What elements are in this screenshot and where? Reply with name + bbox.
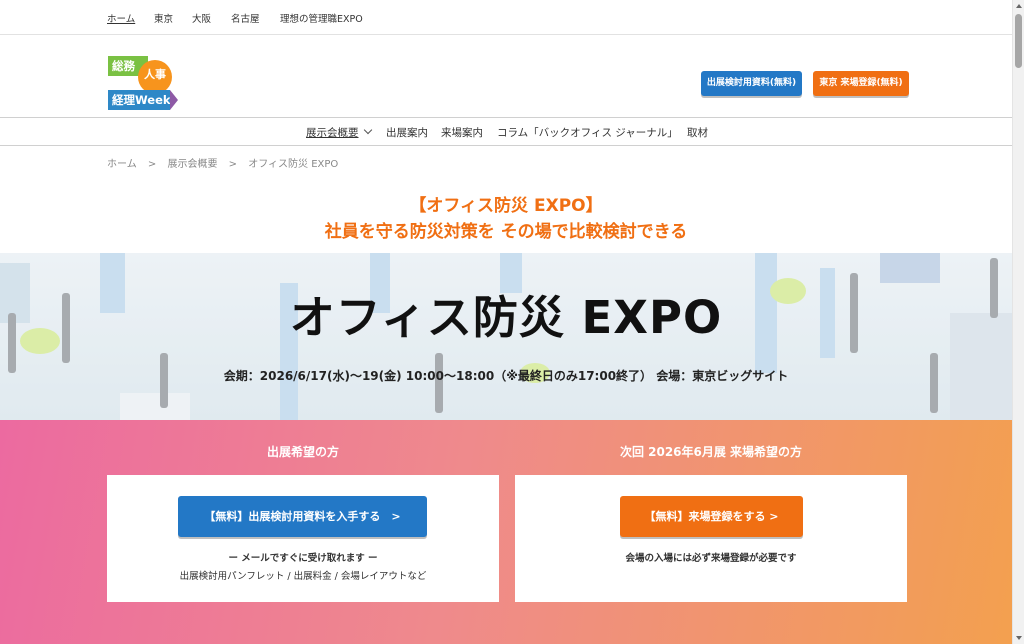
chevron-down-icon <box>363 125 372 135</box>
cta-exhibitor-heading: 出展希望の方 <box>266 445 339 459</box>
breadcrumb-separator: > <box>228 159 238 170</box>
scroll-down-icon[interactable] <box>1016 636 1022 640</box>
visitor-register-button[interactable]: 【無料】来場登録をする > <box>620 496 803 537</box>
exhibitor-note-email: ー メールですぐに受け取れます ー <box>228 553 378 564</box>
visitor-card <box>515 475 907 602</box>
top-bar: ホーム 東京 大阪 名古屋 理想の管理職EXPO <box>0 0 1012 35</box>
main-nav: 展示会概要 出展案内 来場案内 コラム「バックオフィス ジャーナル」 取材 <box>0 118 1012 146</box>
logo-arrow <box>170 90 178 110</box>
nav-item-visit[interactable]: 来場案内 <box>441 125 483 140</box>
topbar-link-osaka[interactable]: 大阪 <box>192 11 211 25</box>
topbar-link-tokyo[interactable]: 東京 <box>154 11 173 25</box>
site-header: 総務 人事 経理Week 出展検討用資料(無料) 東京 来場登録(無料) <box>0 36 1012 118</box>
breadcrumb-separator: > <box>147 159 157 170</box>
nav-item-overview-label: 展示会概要 <box>306 127 359 139</box>
cta-visitor-heading: 次回 2026年6月展 来場希望の方 <box>619 445 803 459</box>
topbar-link-manager-expo[interactable]: 理想の管理職EXPO <box>280 11 363 25</box>
nav-item-overview[interactable]: 展示会概要 <box>306 125 372 140</box>
breadcrumb-current: オフィス防災 EXPO <box>248 159 339 170</box>
hero-title: オフィス防災 EXPO <box>289 291 723 344</box>
headline-tagline: 社員を守る防災対策を その場で比較検討できる <box>324 222 688 242</box>
breadcrumb: ホーム > 展示会概要 > オフィス防災 EXPO <box>107 155 346 170</box>
nav-item-press[interactable]: 取材 <box>687 125 708 140</box>
nav-item-column[interactable]: コラム「バックオフィス ジャーナル」 <box>497 125 678 140</box>
visitor-note-required: 会場の入場には必ず来場登録が必要です <box>625 553 797 564</box>
hero-dates-venue: 会期：2026/6/17(水)〜19(金) 10:00〜18:00（※最終日のみ… <box>223 369 789 383</box>
exhibitor-note-contents: 出展検討用パンフレット / 出展料金 / 会場レイアウトなど <box>179 571 427 582</box>
page-scrollbar[interactable] <box>1012 0 1024 644</box>
topbar-link-home[interactable]: ホーム <box>107 11 135 25</box>
breadcrumb-overview[interactable]: 展示会概要 <box>167 159 217 170</box>
logo-text-jinji: 人事 <box>138 60 172 94</box>
headline-title: 【オフィス防災 EXPO】 <box>409 196 603 216</box>
scrollbar-thumb[interactable] <box>1015 14 1022 68</box>
topbar-link-nagoya[interactable]: 名古屋 <box>231 11 260 25</box>
request-materials-button[interactable]: 【無料】出展検討用資料を入手する > <box>178 496 427 537</box>
header-register-button[interactable]: 東京 来場登録(無料) <box>813 71 909 96</box>
logo-text-keiri-week: 経理Week <box>108 90 171 110</box>
site-logo[interactable]: 総務 人事 経理Week <box>108 54 180 112</box>
scroll-up-icon[interactable] <box>1016 4 1022 8</box>
nav-item-exhibit[interactable]: 出展案内 <box>386 125 428 140</box>
header-materials-button[interactable]: 出展検討用資料(無料) <box>701 71 802 96</box>
exhibitor-card <box>107 475 499 602</box>
breadcrumb-home[interactable]: ホーム <box>107 159 137 170</box>
